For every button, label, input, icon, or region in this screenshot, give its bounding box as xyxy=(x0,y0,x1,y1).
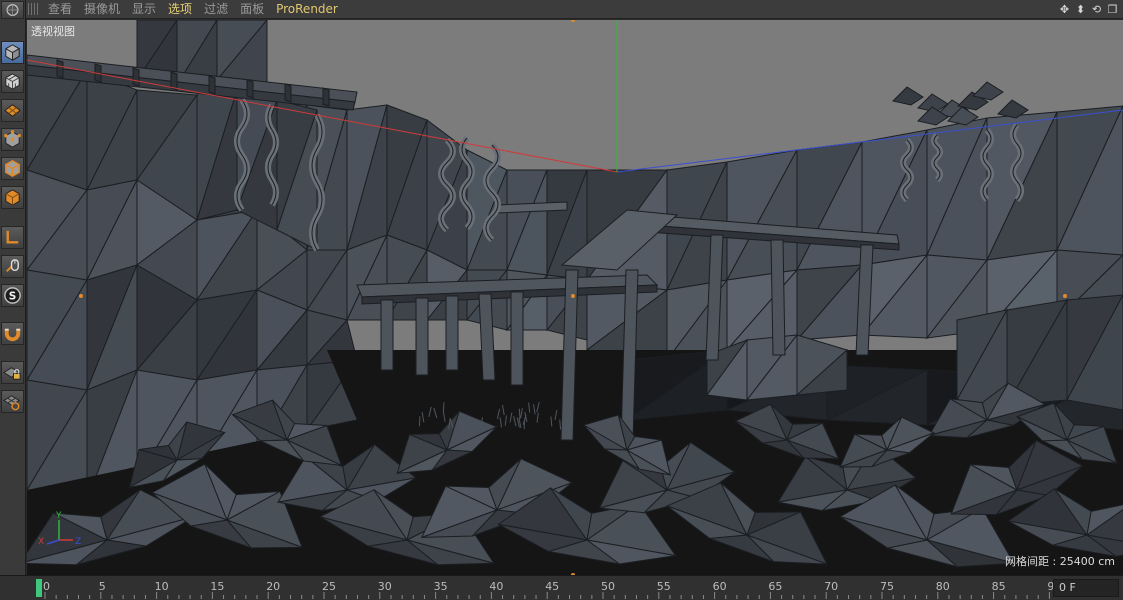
texture-axis-icon xyxy=(4,104,21,117)
tool-button-polygon-mode[interactable] xyxy=(1,186,24,209)
switch-view-icon[interactable]: ❐ xyxy=(1106,3,1119,16)
support-post xyxy=(510,291,524,386)
timeline-tick-marks xyxy=(44,592,1050,599)
timeline-ruler[interactable]: 051015202530354045505560657075808590 xyxy=(26,576,1061,600)
timeline-tick-label: 10 xyxy=(154,580,169,593)
selection-handle-point xyxy=(571,294,575,298)
support-post xyxy=(415,297,429,376)
tool-button-workplane-grid[interactable] xyxy=(1,390,24,413)
timeline-tick-label: 75 xyxy=(880,580,894,593)
tool-button-axis-mode[interactable] xyxy=(1,226,24,249)
timeline-tick-label: 85 xyxy=(991,580,1006,593)
selection-handle-point xyxy=(1063,294,1067,298)
gizmo-x-label: X xyxy=(38,537,44,547)
timeline-tick-label: 15 xyxy=(210,580,225,593)
menu-item-5[interactable]: 面板 xyxy=(240,0,264,19)
edge-mode-icon xyxy=(5,160,20,177)
cube-model-icon xyxy=(5,44,20,61)
timeline-tick-label: 80 xyxy=(935,580,950,593)
selection-handle-point xyxy=(79,294,83,298)
axis-mode-icon xyxy=(6,230,19,244)
magnet-icon xyxy=(4,328,21,342)
timeline-tick-label: 20 xyxy=(266,580,281,593)
grass-blade xyxy=(418,416,421,427)
grass-blade xyxy=(518,408,521,419)
svg-text:S: S xyxy=(9,290,17,302)
workplane-grid-icon xyxy=(3,395,21,411)
beam-rafter xyxy=(56,59,64,79)
beam-rafter xyxy=(132,67,140,87)
snap-s-icon: S xyxy=(4,287,21,304)
point-mode-icon xyxy=(4,130,21,148)
timeline-tick-label: 60 xyxy=(712,580,727,593)
support-post xyxy=(770,239,786,356)
move-view-icon[interactable]: ✥ xyxy=(1058,3,1071,16)
tool-button-snap-s[interactable]: S xyxy=(1,284,24,307)
viewport-menu-bar: 查看 摄像机 显示 选项 过滤 面板 ProRender ✥ ⬍ ⟲ ❐ xyxy=(0,0,1123,19)
timeline-tick-label: 25 xyxy=(322,580,336,593)
tool-button-magnet[interactable] xyxy=(1,322,24,345)
tool-button-tweak-mouse[interactable] xyxy=(1,255,24,278)
timeline-tick-label: 55 xyxy=(656,580,671,593)
menu-item-4[interactable]: 过滤 xyxy=(204,0,228,19)
menu-item-3[interactable]: 选项 xyxy=(168,0,192,19)
menu-item-2[interactable]: 显示 xyxy=(132,0,156,19)
beam-rafter xyxy=(284,83,292,103)
tool-button-checker-texture[interactable] xyxy=(1,70,24,93)
timeline-tick-label: 30 xyxy=(377,580,392,593)
timeline-tick-label: 40 xyxy=(489,580,504,593)
menu-items: 查看 摄像机 显示 选项 过滤 面板 ProRender xyxy=(48,0,350,19)
beam-rafter xyxy=(322,87,330,107)
polygon-mode-icon xyxy=(5,189,20,206)
workplane-lock-icon xyxy=(3,367,21,380)
timeline-tick-label: 45 xyxy=(545,580,560,593)
grid-spacing-readout: 网格间距 : 25400 cm xyxy=(1005,555,1115,568)
cinema4d-viewport-window: 查看 摄像机 显示 选项 过滤 面板 ProRender ✥ ⬍ ⟲ ❐ Y X Z 透视视图 … xyxy=(0,0,1123,600)
timeline-tick-label: 65 xyxy=(768,580,783,593)
viewport-scene: Y X Z xyxy=(27,20,1123,575)
perspective-viewport[interactable]: Y X Z 透视视图 网格间距 : 25400 cm xyxy=(27,20,1123,575)
menu-grip-handle[interactable] xyxy=(28,3,40,15)
support-post xyxy=(445,295,459,371)
rotate-view-icon[interactable]: ⟲ xyxy=(1090,3,1103,16)
tweak-mouse-icon xyxy=(6,259,19,272)
gizmo-y-label: Y xyxy=(55,511,62,521)
tool-button-cube-model[interactable] xyxy=(1,41,24,64)
timeline-tick-label: 0 xyxy=(43,580,50,593)
tool-button-edge-mode[interactable] xyxy=(1,157,24,180)
timeline-playhead[interactable] xyxy=(36,579,42,597)
timeline-tick-label: 50 xyxy=(601,580,615,593)
current-frame-field[interactable]: 0 F xyxy=(1053,579,1119,597)
support-post xyxy=(380,299,394,371)
menu-item-1[interactable]: 摄像机 xyxy=(84,0,120,19)
beam-rafter xyxy=(246,79,254,99)
gizmo-z-label: Z xyxy=(75,537,81,547)
viewport-navigation: ✥ ⬍ ⟲ ❐ xyxy=(1058,1,1119,18)
left-tool-palette: S xyxy=(0,0,26,575)
menu-item-0[interactable]: 查看 xyxy=(48,0,72,19)
tool-button-point-mode[interactable] xyxy=(1,128,24,151)
beam-rafter xyxy=(208,75,216,95)
scale-view-icon[interactable]: ⬍ xyxy=(1074,3,1087,16)
timeline: 051015202530354045505560657075808590 0 F xyxy=(0,575,1123,600)
menu-item-6[interactable]: ProRender xyxy=(276,0,338,19)
timeline-tick-label: 5 xyxy=(98,580,106,593)
checker-texture-icon xyxy=(5,73,20,90)
timeline-tick-label: 70 xyxy=(824,580,839,593)
timeline-tick-label: 35 xyxy=(433,580,448,593)
tool-button-texture-axis[interactable] xyxy=(1,99,24,122)
tool-button-workplane-lock[interactable] xyxy=(1,361,24,384)
viewport-view-label: 透视视图 xyxy=(31,25,75,38)
app-logo-icon xyxy=(1,1,24,19)
